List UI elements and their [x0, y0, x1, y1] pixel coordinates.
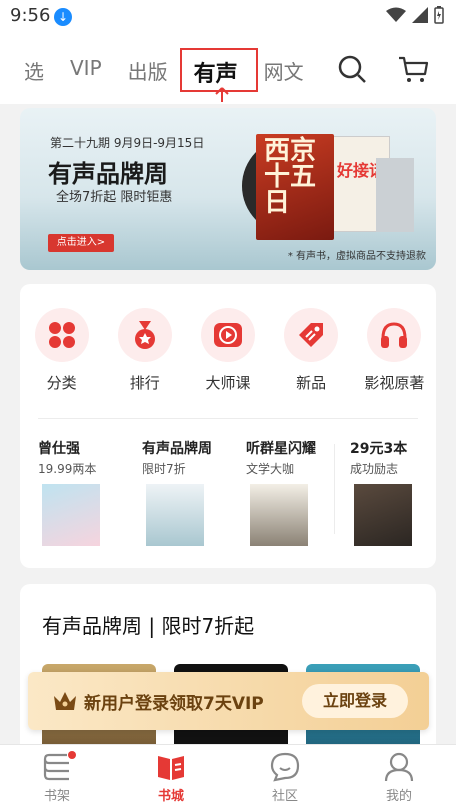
- main-content: 第二十九期 9月9日-9月15日 有声品牌周 全场7折起 限时钜惠 点击进入> …: [0, 104, 456, 764]
- category-item-film-originals[interactable]: 影视原著: [353, 308, 436, 393]
- status-bar: 9:56 ↓: [0, 0, 456, 34]
- headphones-icon: [381, 322, 408, 348]
- banner-period: 第二十九期 9月9日-9月15日: [50, 136, 205, 150]
- highlight-arrow-icon: [215, 87, 229, 102]
- category-item-ranking[interactable]: 排行: [103, 308, 186, 393]
- recommendation-item[interactable]: 曾仕强 19.99两本: [20, 438, 124, 546]
- wifi-icon: [386, 7, 406, 22]
- nav-label: 书架: [43, 789, 70, 804]
- notification-dot: [68, 751, 76, 759]
- battery-icon: [434, 6, 444, 24]
- recommendation-item[interactable]: 有声品牌周 限时7折: [124, 438, 228, 546]
- banner-note: * 有声书，虚拟商品不支持退款: [287, 251, 426, 262]
- recommendation-cover: [354, 484, 412, 546]
- recommendation-title: 曾仕强: [38, 441, 80, 457]
- user-icon: [384, 752, 414, 782]
- banner-book-cover-3: [376, 158, 414, 232]
- nav-item-community[interactable]: 社区: [228, 745, 342, 807]
- recommendation-subtitle: 19.99两本: [38, 462, 97, 476]
- category-card: 分类 排行 大师课 新品 影视原著 曾仕强 19.99两本 有声品牌周 限时7折…: [20, 284, 436, 568]
- status-time: 9:56: [10, 5, 51, 26]
- search-icon[interactable]: [337, 54, 367, 84]
- tab-audio[interactable]: 有声: [179, 48, 258, 92]
- nav-label: 社区: [271, 789, 298, 804]
- tab-vip[interactable]: VIP: [70, 56, 102, 88]
- download-icon: ↓: [54, 8, 72, 26]
- promo-banner[interactable]: 第二十九期 9月9日-9月15日 有声品牌周 全场7折起 限时钜惠 点击进入> …: [20, 108, 436, 270]
- recommendation-cover: [146, 484, 204, 546]
- medal-icon: [134, 321, 155, 349]
- recommendation-title: 有声品牌周: [142, 441, 212, 457]
- category-label: 大师课: [205, 374, 251, 392]
- recommendation-item[interactable]: 听群星闪耀 文学大咖: [228, 438, 332, 546]
- recommendation-title: 29元3本: [350, 441, 408, 457]
- chat-bubble-icon: [270, 752, 300, 782]
- category-item-master-class[interactable]: 大师课: [186, 308, 269, 393]
- category-label: 新品: [296, 374, 327, 392]
- tab-web-novel[interactable]: 网文: [264, 56, 304, 88]
- crown-icon: [54, 692, 76, 710]
- recommendation-item[interactable]: 29元3本 成功励志: [332, 438, 436, 546]
- banner-cta-button[interactable]: 点击进入>: [48, 234, 114, 252]
- vip-login-banner[interactable]: 新用户登录领取7天VIP 立即登录: [28, 672, 429, 730]
- section-title: 有声品牌周 | 限时7折起: [42, 614, 255, 638]
- category-label: 影视原著: [364, 374, 425, 392]
- recommendation-subtitle: 成功励志: [350, 462, 399, 476]
- category-item-new[interactable]: 新品: [270, 308, 353, 393]
- recommendation-cover: [42, 484, 100, 546]
- play-icon: [213, 323, 242, 347]
- category-label: 排行: [129, 374, 160, 392]
- vip-banner-text: 新用户登录领取7天VIP: [84, 694, 264, 714]
- category-label: 分类: [46, 374, 77, 392]
- book1-title: 西京十五日: [264, 136, 317, 218]
- nav-label: 书城: [157, 789, 184, 804]
- cart-icon[interactable]: [397, 54, 429, 84]
- category-row: 分类 排行 大师课 新品 影视原著: [20, 308, 436, 393]
- system-icons: [386, 6, 444, 24]
- nav-label: 我的: [385, 789, 412, 804]
- bottom-nav: 书架 书城 社区 我的: [0, 744, 456, 807]
- grid-icon: [48, 322, 75, 348]
- recommendation-subtitle: 限时7折: [142, 462, 186, 476]
- channel-tabs: 选 VIP 出版 有声 网文: [24, 48, 304, 92]
- banner-subtitle: 全场7折起 限时钜惠: [56, 190, 173, 205]
- signal-icon: [412, 7, 428, 23]
- banner-book-cover-1: 西京十五日: [256, 134, 334, 240]
- tag-icon: [299, 323, 324, 347]
- divider: [38, 418, 418, 419]
- recommendation-title: 听群星闪耀: [246, 441, 316, 457]
- recommendation-row: 曾仕强 19.99两本 有声品牌周 限时7折 听群星闪耀 文学大咖 29元3本 …: [20, 438, 436, 546]
- banner-title: 有声品牌周: [48, 160, 168, 188]
- nav-item-bookshelf[interactable]: 书架: [0, 745, 114, 807]
- recommendation-subtitle: 文学大咖: [246, 462, 295, 476]
- top-nav: 选 VIP 出版 有声 网文: [0, 34, 456, 104]
- category-item-classify[interactable]: 分类: [20, 308, 103, 393]
- tab-publish[interactable]: 出版: [128, 56, 168, 88]
- tab-selected[interactable]: 选: [24, 56, 44, 88]
- bookstore-icon: [158, 756, 184, 780]
- divider: [334, 444, 335, 534]
- nav-item-bookstore[interactable]: 书城: [114, 745, 228, 807]
- nav-item-profile[interactable]: 我的: [342, 745, 456, 807]
- recommendation-cover: [250, 484, 308, 546]
- login-button[interactable]: 立即登录: [302, 684, 408, 718]
